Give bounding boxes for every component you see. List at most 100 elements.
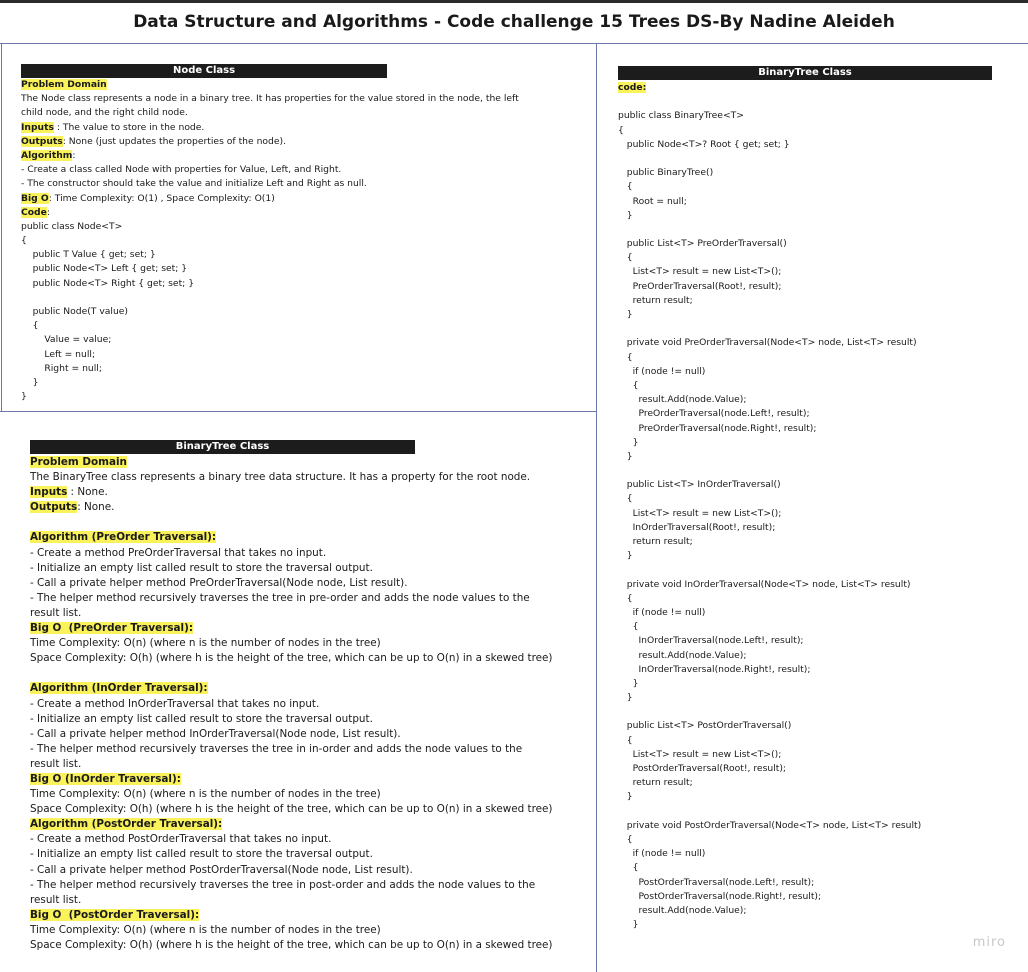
text-line: public List<T> PostOrderTraversal(): [618, 719, 1018, 733]
highlighted-label: Algorithm (PostOrder Traversal):: [30, 818, 223, 831]
text-line: Code:: [21, 206, 591, 220]
line-text: InOrderTraversal(node.Right!, result);: [618, 663, 811, 675]
highlighted-label: Problem Domain: [21, 79, 107, 90]
text-line: {: [618, 379, 1018, 393]
line-text: InOrderTraversal(Root!, result);: [618, 521, 776, 533]
line-text: Time Complexity: O(n) (where n is the nu…: [30, 637, 381, 650]
text-line: [618, 705, 1018, 719]
line-text: if (node != null): [618, 848, 706, 860]
line-text: List<T> result = new List<T>();: [618, 266, 782, 278]
text-line: Time Complexity: O(n) (where n is the nu…: [30, 787, 595, 802]
text-line: {: [21, 319, 591, 333]
text-line: - Create a method InOrderTraversal that …: [30, 697, 595, 712]
line-text: - Create a method PreOrderTraversal that…: [30, 546, 327, 559]
line-text: }: [618, 919, 639, 931]
line-text: child node, and the right child node.: [21, 107, 188, 119]
line-text: - Initialize an empty list called result…: [30, 561, 373, 574]
line-text: public class BinaryTree<T>: [618, 110, 744, 122]
text-line: code:: [618, 81, 1018, 95]
line-text: }: [21, 391, 27, 403]
text-line: Space Complexity: O(h) (where h is the h…: [30, 938, 595, 953]
highlighted-label: Inputs: [21, 121, 54, 133]
line-text: }: [618, 550, 633, 562]
text-line: - Call a private helper method PreOrderT…: [30, 576, 595, 591]
line-text: {: [618, 592, 633, 604]
line-text: {: [618, 734, 633, 746]
line-text: private void PreOrderTraversal(Node<T> n…: [618, 337, 917, 349]
line-text: return result;: [618, 294, 693, 306]
line-text: : The value to store in the node.: [53, 121, 205, 133]
text-line: [618, 464, 1018, 478]
text-line: }: [618, 209, 1018, 223]
text-line: }: [618, 790, 1018, 804]
text-line: return result;: [618, 535, 1018, 549]
highlighted-label: Algorithm (InOrder Traversal):: [30, 682, 208, 695]
text-line: public Node(T value): [21, 305, 591, 319]
text-line: Big O (PostOrder Traversal):: [30, 908, 595, 923]
text-line: [618, 322, 1018, 336]
text-line: PreOrderTraversal(node.Left!, result);: [618, 407, 1018, 421]
line-text: Space Complexity: O(h) (where h is the h…: [30, 939, 553, 951]
text-line: {: [618, 592, 1018, 606]
line-text: :: [46, 206, 50, 218]
line-text: - Call a private helper method PreOrderT…: [30, 576, 408, 589]
text-line: The Node class represents a node in a bi…: [21, 92, 591, 106]
text-line: Outputs: None (just updates the properti…: [21, 135, 591, 149]
line-text: }: [618, 309, 633, 320]
node-class-header: Node Class: [21, 64, 387, 78]
line-text: }: [21, 376, 39, 388]
line-text: : Time Complexity: O(1) , Space Complexi…: [48, 192, 275, 204]
line-text: public Node(T value): [21, 306, 129, 317]
line-text: public Node<T>? Root { get; set; }: [618, 138, 790, 150]
line-text: Space Complexity: O(h) (where h is the h…: [30, 652, 553, 665]
line-text: The BinaryTree class represents a binary…: [30, 471, 531, 484]
text-line: Time Complexity: O(n) (where n is the nu…: [30, 923, 595, 938]
line-text: Time Complexity: O(n) (where n is the nu…: [30, 788, 381, 801]
text-line: InOrderTraversal(node.Right!, result);: [618, 663, 1018, 677]
line-text: return result;: [618, 536, 693, 547]
text-line: if (node != null): [618, 365, 1018, 379]
line-text: {: [618, 621, 639, 633]
text-line: [30, 515, 595, 530]
line-text: List<T> result = new List<T>();: [618, 507, 782, 519]
text-line: public class BinaryTree<T>: [618, 109, 1018, 123]
text-line: Value = value;: [21, 333, 591, 347]
line-text: The Node class represents a node in a bi…: [21, 93, 519, 105]
line-text: result list.: [30, 757, 82, 770]
text-line: - The helper method recursively traverse…: [30, 878, 595, 893]
line-text: : None (just updates the properties of t…: [62, 135, 286, 147]
text-line: PreOrderTraversal(node.Right!, result);: [618, 422, 1018, 436]
text-line: - Initialize an empty list called result…: [30, 847, 595, 862]
text-line: - The helper method recursively traverse…: [30, 591, 595, 606]
text-line: public T Value { get; set; }: [21, 248, 591, 262]
text-line: PostOrderTraversal(node.Right!, result);: [618, 890, 1018, 904]
highlighted-label: code:: [618, 82, 647, 93]
text-line: child node, and the right child node.: [21, 106, 591, 120]
text-line: result.Add(node.Value);: [618, 393, 1018, 407]
text-line: public class Node<T>: [21, 220, 591, 234]
line-text: PostOrderTraversal(Root!, result);: [618, 763, 787, 774]
highlighted-label: Big O (PreOrder Traversal):: [30, 622, 194, 635]
text-line: {: [618, 180, 1018, 194]
line-text: result.Add(node.Value);: [618, 394, 747, 406]
text-line: result list.: [30, 757, 595, 772]
line-text: public class Node<T>: [21, 220, 123, 232]
line-text: result list.: [30, 893, 82, 906]
text-line: }: [618, 918, 1018, 932]
text-line: PostOrderTraversal(node.Left!, result);: [618, 876, 1018, 890]
text-line: PreOrderTraversal(Root!, result);: [618, 280, 1018, 294]
line-text: Space Complexity: O(h) (where h is the h…: [30, 803, 553, 816]
text-line: Big O (PreOrder Traversal):: [30, 621, 595, 636]
highlighted-label: Outputs: [30, 501, 78, 514]
line-text: :: [72, 149, 76, 161]
text-line: List<T> result = new List<T>();: [618, 265, 1018, 279]
text-line: private void InOrderTraversal(Node<T> no…: [618, 578, 1018, 592]
text-line: public Node<T> Left { get; set; }: [21, 262, 591, 276]
line-text: {: [618, 379, 639, 391]
line-text: Root = null;: [618, 195, 687, 207]
line-text: PreOrderTraversal(Root!, result);: [618, 280, 782, 292]
highlighted-label: Algorithm: [21, 149, 73, 161]
text-line: Big O (InOrder Traversal):: [30, 772, 595, 787]
text-line: Inputs : The value to store in the node.: [21, 121, 591, 135]
text-line: InOrderTraversal(Root!, result);: [618, 521, 1018, 535]
